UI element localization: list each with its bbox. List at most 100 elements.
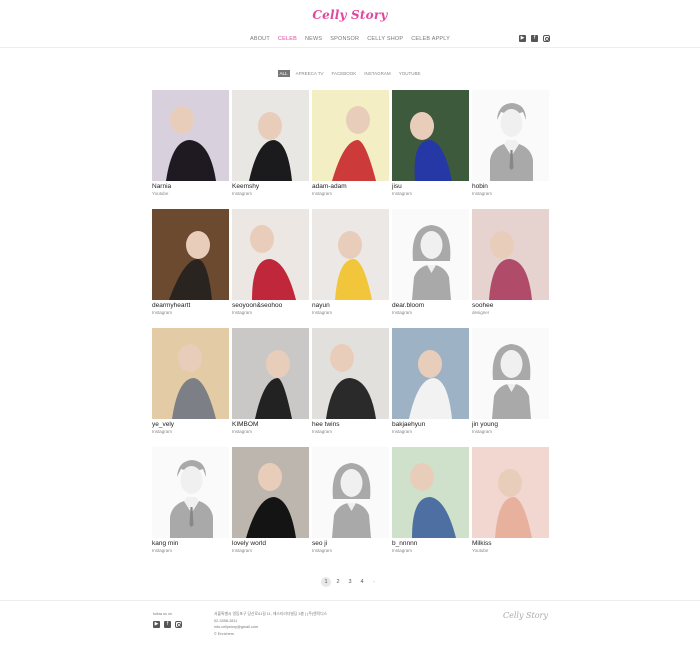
celeb-card[interactable]: hee twins Instagram	[312, 328, 389, 434]
celeb-source: Instagram	[472, 191, 493, 196]
celeb-card[interactable]: Narnia Youtube	[152, 90, 229, 196]
celeb-card[interactable]: soohee designer	[472, 209, 549, 315]
default-avatar-icon[interactable]	[472, 90, 549, 181]
celeb-source: Instagram	[312, 191, 333, 196]
celeb-name[interactable]: seo ji	[312, 540, 389, 547]
youtube-icon[interactable]: ▶	[519, 35, 526, 42]
celeb-photo[interactable]	[312, 328, 389, 419]
pagination: 1 2 3 4 ›	[0, 577, 700, 587]
celeb-photo[interactable]	[232, 90, 309, 181]
celeb-name[interactable]: dearmyheartt	[152, 302, 229, 309]
celeb-name[interactable]: ye_vely	[152, 421, 229, 428]
celeb-name[interactable]: seoyoon&seohoo	[232, 302, 309, 309]
page-2[interactable]: 2	[333, 577, 343, 587]
celeb-name[interactable]: KIMBOM	[232, 421, 309, 428]
celeb-card[interactable]: seo ji Instagram	[312, 447, 389, 553]
instagram-icon[interactable]	[543, 35, 550, 42]
page-1[interactable]: 1	[321, 577, 331, 587]
celeb-name[interactable]: jisu	[392, 183, 469, 190]
filter-facebook[interactable]: FACEBOOK	[330, 70, 359, 77]
celeb-source: Instagram	[312, 548, 333, 553]
celeb-name[interactable]: jin young	[472, 421, 549, 428]
celeb-name[interactable]: lovely world	[232, 540, 309, 547]
next-page-button[interactable]: ›	[369, 577, 379, 587]
nav-item-celly-shop[interactable]: CELLY SHOP	[367, 36, 403, 42]
main-nav: ABOUT CELEB NEWS SPONSOR CELLY SHOP CELEB APP…	[0, 36, 700, 42]
celeb-photo[interactable]	[472, 209, 549, 300]
celeb-card[interactable]: b_nnnnn Instagram	[392, 447, 469, 553]
instagram-icon[interactable]	[175, 621, 182, 628]
celeb-source: Instagram	[472, 429, 493, 434]
celeb-card[interactable]: bakjaehyun Instagram	[392, 328, 469, 434]
celeb-photo[interactable]	[232, 209, 309, 300]
page-4[interactable]: 4	[357, 577, 367, 587]
celeb-photo[interactable]	[312, 90, 389, 181]
nav-item-news[interactable]: NEWS	[305, 36, 322, 42]
celeb-source: Instagram	[312, 310, 333, 315]
celeb-card[interactable]: nayun Instagram	[312, 209, 389, 315]
celeb-photo[interactable]	[472, 447, 549, 538]
celeb-photo[interactable]	[152, 209, 229, 300]
facebook-icon[interactable]: f	[531, 35, 538, 42]
celeb-name[interactable]: hobin	[472, 183, 549, 190]
filter-youtube[interactable]: YOUTUBE	[397, 70, 423, 77]
facebook-icon[interactable]: f	[164, 621, 171, 628]
celeb-name[interactable]: Keemshy	[232, 183, 309, 190]
celeb-photo[interactable]	[232, 447, 309, 538]
celeb-name[interactable]: b_nnnnn	[392, 540, 469, 547]
nav-item-celeb[interactable]: CELEB	[278, 36, 297, 42]
site-header: Celly Story ABOUT CELEB NEWS SPONSOR CELLY S…	[0, 0, 700, 48]
celeb-name[interactable]: soohee	[472, 302, 549, 309]
site-logo[interactable]: Celly Story	[0, 8, 700, 22]
page-3[interactable]: 3	[345, 577, 355, 587]
nav-item-sponsor[interactable]: SPONSOR	[330, 36, 359, 42]
celeb-card[interactable]: dear.bloom Instagram	[392, 209, 469, 315]
default-avatar-icon[interactable]	[392, 209, 469, 300]
celeb-card[interactable]: adam-adam Instagram	[312, 90, 389, 196]
celeb-name[interactable]: Milkiss	[472, 540, 549, 547]
celeb-card[interactable]: Milkiss Youtube	[472, 447, 549, 553]
celeb-card[interactable]: kang min Instagram	[152, 447, 229, 553]
celeb-photo[interactable]	[152, 90, 229, 181]
company-address: 서울특별시 영등포구 당산로41길 11, 에스티리더빌딩 3층 | (주)엔릭…	[214, 612, 328, 616]
celeb-name[interactable]: kang min	[152, 540, 229, 547]
celeb-name[interactable]: hee twins	[312, 421, 389, 428]
celeb-card[interactable]: lovely world Instagram	[232, 447, 309, 553]
celeb-photo[interactable]	[392, 90, 469, 181]
celeb-source: designer	[472, 310, 490, 315]
celeb-name[interactable]: adam-adam	[312, 183, 389, 190]
celeb-source: Instagram	[232, 548, 253, 553]
celeb-name[interactable]: bakjaehyun	[392, 421, 469, 428]
celeb-photo[interactable]	[312, 209, 389, 300]
celeb-card[interactable]: Keemshy Instagram	[232, 90, 309, 196]
celeb-card[interactable]: ye_vely Instagram	[152, 328, 229, 434]
default-avatar-icon[interactable]	[152, 447, 229, 538]
filter-instagram[interactable]: INSTAGRAM	[362, 70, 392, 77]
celeb-card[interactable]: KIMBOM Instagram	[232, 328, 309, 434]
celeb-card[interactable]: dearmyheartt Instagram	[152, 209, 229, 315]
celeb-name[interactable]: nayun	[312, 302, 389, 309]
celeb-card[interactable]: hobin Instagram	[472, 90, 549, 196]
celeb-name[interactable]: Narnia	[152, 183, 229, 190]
celeb-card[interactable]: jisu Instagram	[392, 90, 469, 196]
celeb-source: Instagram	[232, 429, 253, 434]
youtube-icon[interactable]: ▶	[153, 621, 160, 628]
footer-social-links: ▶ f	[153, 621, 182, 628]
celeb-source: Instagram	[152, 429, 173, 434]
celeb-card[interactable]: seoyoon&seohoo Instagram	[232, 209, 309, 315]
celeb-photo[interactable]	[232, 328, 309, 419]
celeb-card[interactable]: jin young Instagram	[472, 328, 549, 434]
default-avatar-icon[interactable]	[472, 328, 549, 419]
celeb-photo[interactable]	[392, 447, 469, 538]
default-avatar-icon[interactable]	[312, 447, 389, 538]
filter-all[interactable]: ALL	[277, 70, 290, 77]
celeb-photo[interactable]	[392, 328, 469, 419]
celeb-name[interactable]: dear.bloom	[392, 302, 469, 309]
nav-item-about[interactable]: ABOUT	[250, 36, 270, 42]
celeb-source: Instagram	[392, 429, 413, 434]
site-footer: follow us on ▶ f 서울특별시 영등포구 당산로41길 11, 에…	[0, 600, 700, 653]
celeb-photo[interactable]	[152, 328, 229, 419]
nav-item-celeb-apply[interactable]: CELEB APPLY	[411, 36, 450, 42]
filter-afreeca-tv[interactable]: AFREECA TV	[294, 70, 326, 77]
celeb-source: Youtube	[472, 548, 489, 553]
